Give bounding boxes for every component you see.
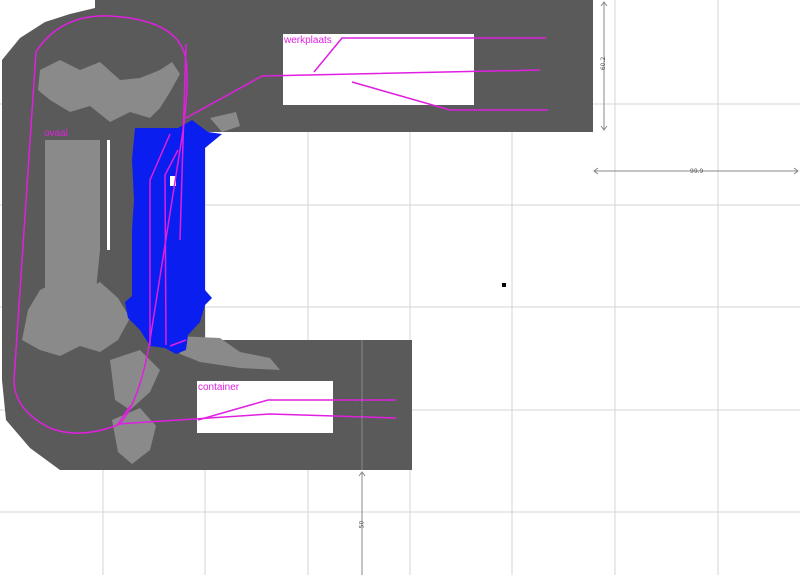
goal-marker[interactable] (502, 283, 506, 287)
map-canvas[interactable] (0, 0, 800, 575)
free-corridor (107, 140, 110, 250)
dimension-label-mid: 62 (358, 401, 366, 410)
dimension-label-top: 60.2 (600, 56, 608, 71)
werkplaats-label: werkplaats (284, 35, 332, 46)
ovaal-label: ovaal (44, 128, 68, 139)
robot-footprint[interactable] (125, 120, 222, 354)
dimension-label-bottom: 50 (358, 520, 366, 529)
dimension-label-right: 99.9 (690, 168, 704, 175)
container-label: container (198, 382, 240, 393)
